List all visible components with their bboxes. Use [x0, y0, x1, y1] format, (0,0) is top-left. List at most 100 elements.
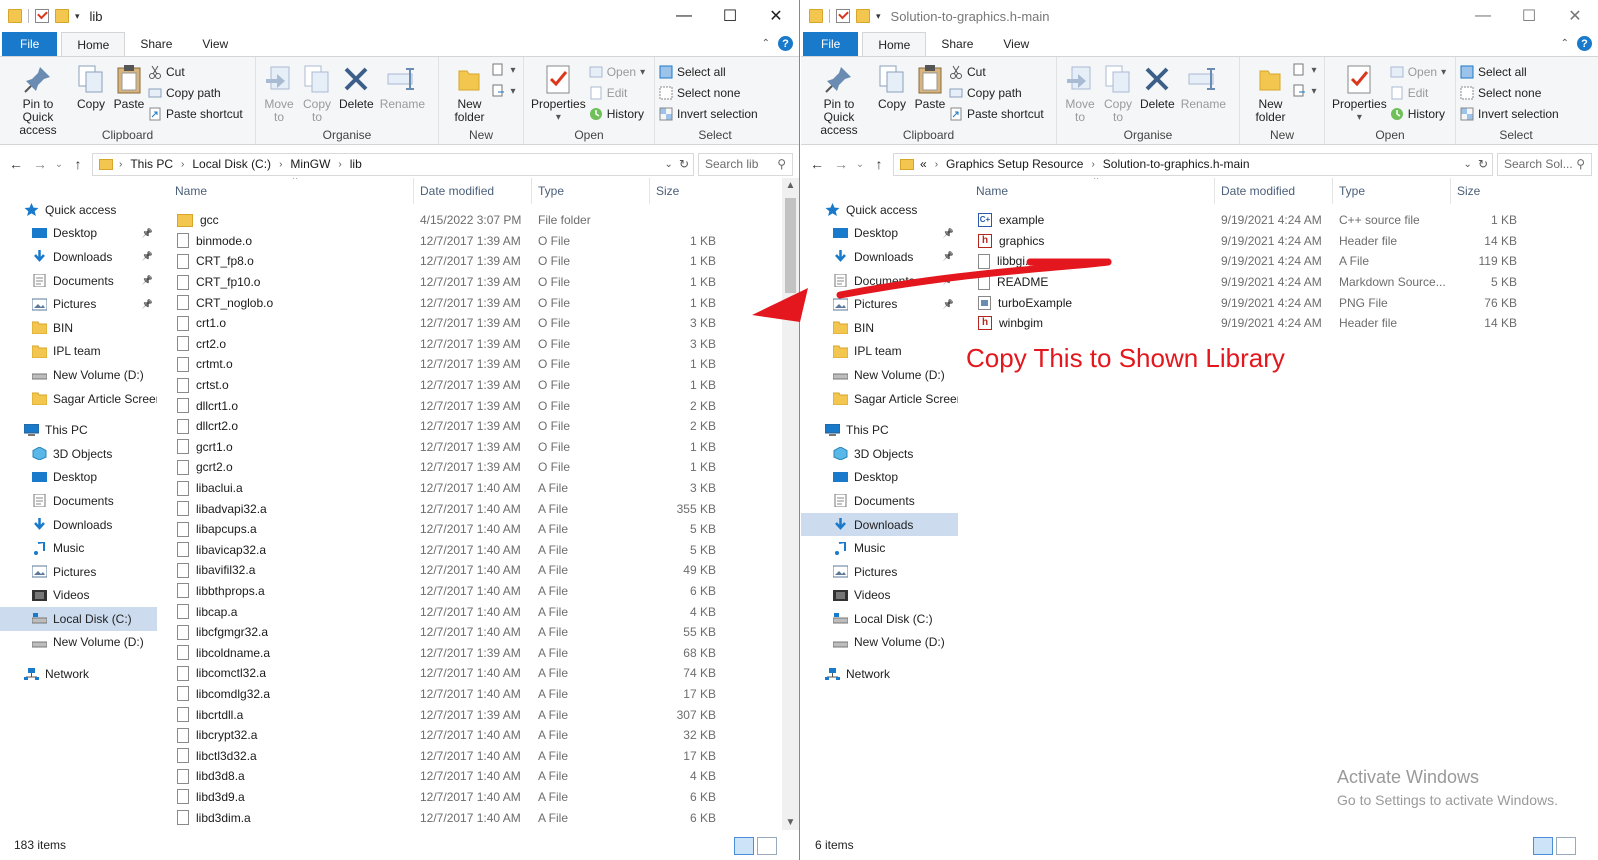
sidebar-item-videos[interactable]: Videos: [0, 584, 157, 608]
paste-button[interactable]: Paste: [110, 61, 148, 126]
recent-locations-icon[interactable]: ⌄: [855, 159, 865, 170]
breadcrumb-item[interactable]: This PC: [130, 157, 173, 171]
rename-button[interactable]: Rename: [377, 61, 428, 126]
table-row[interactable]: README 9/19/2021 4:24 AM Markdown Source..…: [958, 272, 1598, 293]
table-row[interactable]: libaclui.a 12/7/2017 1:40 AM A File 3 KB: [157, 478, 799, 499]
properties-button[interactable]: Properties ▾: [528, 61, 589, 126]
up-arrow-icon[interactable]: ↑: [68, 156, 88, 172]
table-row[interactable]: libavifil32.a 12/7/2017 1:40 AM A File 49 K…: [157, 560, 799, 581]
cut-button[interactable]: Cut: [949, 63, 1044, 81]
vertical-scrollbar[interactable]: ▲ ▼: [782, 178, 799, 830]
invert-selection-button[interactable]: Invert selection: [1460, 105, 1559, 123]
refresh-icon[interactable]: ↻: [679, 157, 689, 171]
scroll-down-icon[interactable]: ▼: [782, 817, 799, 828]
column-name[interactable]: Name: [157, 178, 414, 204]
table-row[interactable]: libcomdlg32.a 12/7/2017 1:40 AM A File 17 K…: [157, 684, 799, 705]
sidebar-item-new-volume-d[interactable]: New Volume (D:): [801, 631, 958, 655]
sidebar-item-downloads[interactable]: Downloads 📌: [0, 245, 157, 269]
invert-selection-button[interactable]: Invert selection: [659, 105, 758, 123]
table-row[interactable]: dllcrt2.o 12/7/2017 1:39 AM O File 2 KB: [157, 416, 799, 437]
recent-locations-icon[interactable]: ⌄: [54, 159, 64, 170]
pin-icon[interactable]: 📌: [142, 299, 153, 310]
breadcrumb-item[interactable]: Graphics Setup Resource: [946, 157, 1083, 171]
column-size[interactable]: Size: [1451, 178, 1525, 204]
tab-home[interactable]: Home: [61, 32, 126, 56]
copy-button[interactable]: Copy: [873, 61, 911, 126]
table-row[interactable]: crt2.o 12/7/2017 1:39 AM O File 3 KB: [157, 334, 799, 355]
breadcrumb-item[interactable]: Local Disk (C:): [192, 157, 271, 171]
table-row[interactable]: libcfgmgr32.a 12/7/2017 1:40 AM A File 55 K…: [157, 622, 799, 643]
move-to-button[interactable]: Move to: [1061, 61, 1099, 126]
copy-to-button[interactable]: Copy to: [1099, 61, 1137, 126]
sidebar-item-pictures[interactable]: Pictures 📌: [0, 292, 157, 316]
column-type[interactable]: Type: [1333, 178, 1451, 204]
customize-toolbar-icon[interactable]: ▾: [75, 11, 80, 22]
properties-icon[interactable]: [35, 9, 49, 23]
details-view-button[interactable]: [734, 837, 754, 855]
sidebar-item-ipl-team[interactable]: IPL team: [801, 340, 958, 364]
address-dropdown-icon[interactable]: ⌄: [1464, 159, 1472, 170]
table-row[interactable]: CRT_noglob.o 12/7/2017 1:39 AM O File 1 KB: [157, 292, 799, 313]
table-row[interactable]: gcc 4/15/2022 3:07 PM File folder: [157, 210, 799, 231]
copy-to-button[interactable]: Copy to: [298, 61, 336, 126]
sidebar-item-network[interactable]: Network: [801, 662, 958, 686]
table-row[interactable]: libcap.a 12/7/2017 1:40 AM A File 4 KB: [157, 601, 799, 622]
table-row[interactable]: crt1.o 12/7/2017 1:39 AM O File 3 KB: [157, 313, 799, 334]
close-button[interactable]: ✕: [1552, 0, 1598, 32]
back-arrow-icon[interactable]: ←: [807, 156, 827, 172]
refresh-icon[interactable]: ↻: [1478, 157, 1488, 171]
breadcrumb-item[interactable]: MinGW: [290, 157, 330, 171]
scroll-up-icon[interactable]: ▲: [782, 180, 799, 191]
help-icon[interactable]: ?: [778, 36, 793, 51]
sidebar-item-desktop[interactable]: Desktop: [801, 466, 958, 490]
sidebar-item-quick-access[interactable]: Quick access: [801, 198, 958, 222]
column-date[interactable]: Date modified: [1215, 178, 1333, 204]
large-icons-view-button[interactable]: [757, 837, 777, 855]
table-row[interactable]: crtmt.o 12/7/2017 1:39 AM O File 1 KB: [157, 354, 799, 375]
sidebar-item-music[interactable]: Music: [801, 536, 958, 560]
table-row[interactable]: C+ example 9/19/2021 4:24 AM C++ source fil…: [958, 210, 1598, 231]
easy-access-button[interactable]: ▾: [1293, 82, 1317, 100]
sidebar-item-sagar-article-screen[interactable]: Sagar Article Screen: [0, 387, 157, 411]
select-none-button[interactable]: Select none: [659, 84, 758, 102]
scroll-thumb[interactable]: [785, 198, 796, 293]
table-row[interactable]: h winbgim 9/19/2021 4:24 AM Header file 14 K…: [958, 313, 1598, 334]
search-input[interactable]: Search lib ⚲: [698, 152, 793, 176]
table-row[interactable]: CRT_fp8.o 12/7/2017 1:39 AM O File 1 KB: [157, 251, 799, 272]
pin-icon[interactable]: 📌: [943, 228, 954, 239]
sidebar-item-downloads[interactable]: Downloads: [0, 513, 157, 537]
sidebar-item-3d-objects[interactable]: 3D Objects: [801, 442, 958, 466]
new-folder-icon[interactable]: [856, 9, 870, 23]
table-row[interactable]: gcrt2.o 12/7/2017 1:39 AM O File 1 KB: [157, 457, 799, 478]
table-row[interactable]: libcrtdll.a 12/7/2017 1:39 AM A File 307 KB: [157, 704, 799, 725]
sidebar-item-desktop[interactable]: Desktop 📌: [0, 222, 157, 246]
paste-button[interactable]: Paste: [911, 61, 949, 126]
table-row[interactable]: libd3d9.a 12/7/2017 1:40 AM A File 6 KB: [157, 787, 799, 808]
pin-to-quick-access-button[interactable]: Pin to Quick access: [805, 61, 873, 137]
paste-shortcut-button[interactable]: Paste shortcut: [148, 105, 243, 123]
column-date[interactable]: Date modified: [414, 178, 532, 204]
paste-shortcut-button[interactable]: Paste shortcut: [949, 105, 1044, 123]
tab-share[interactable]: Share: [926, 32, 988, 56]
sidebar-item-network[interactable]: Network: [0, 662, 157, 686]
tab-view[interactable]: View: [187, 32, 243, 56]
table-row[interactable]: CRT_fp10.o 12/7/2017 1:39 AM O File 1 KB: [157, 272, 799, 293]
address-dropdown-icon[interactable]: ⌄: [665, 159, 673, 170]
close-button[interactable]: ✕: [753, 0, 799, 32]
pin-icon[interactable]: 📌: [142, 251, 153, 262]
sidebar-item-documents[interactable]: Documents: [0, 489, 157, 513]
sidebar-item-3d-objects[interactable]: 3D Objects: [0, 442, 157, 466]
table-row[interactable]: libcoldname.a 12/7/2017 1:39 AM A File 68 K…: [157, 642, 799, 663]
properties-button[interactable]: Properties ▾: [1329, 61, 1390, 126]
table-row[interactable]: libctl3d32.a 12/7/2017 1:40 AM A File 17 KB: [157, 745, 799, 766]
sidebar-item-downloads[interactable]: Downloads: [801, 512, 958, 537]
new-item-button[interactable]: ▾: [492, 61, 516, 79]
table-row[interactable]: turboExample 9/19/2021 4:24 AM PNG File 76 …: [958, 292, 1598, 313]
breadcrumb-item[interactable]: Solution-to-graphics.h-main: [1103, 157, 1250, 171]
sidebar-item-new-volume-d[interactable]: New Volume (D:): [0, 363, 157, 387]
sidebar-item-videos[interactable]: Videos: [801, 584, 958, 608]
sidebar-item-music[interactable]: Music: [0, 536, 157, 560]
sidebar-item-bin[interactable]: BIN: [801, 316, 958, 340]
table-row[interactable]: h graphics 9/19/2021 4:24 AM Header file 14 …: [958, 231, 1598, 252]
column-size[interactable]: Size: [650, 178, 724, 204]
